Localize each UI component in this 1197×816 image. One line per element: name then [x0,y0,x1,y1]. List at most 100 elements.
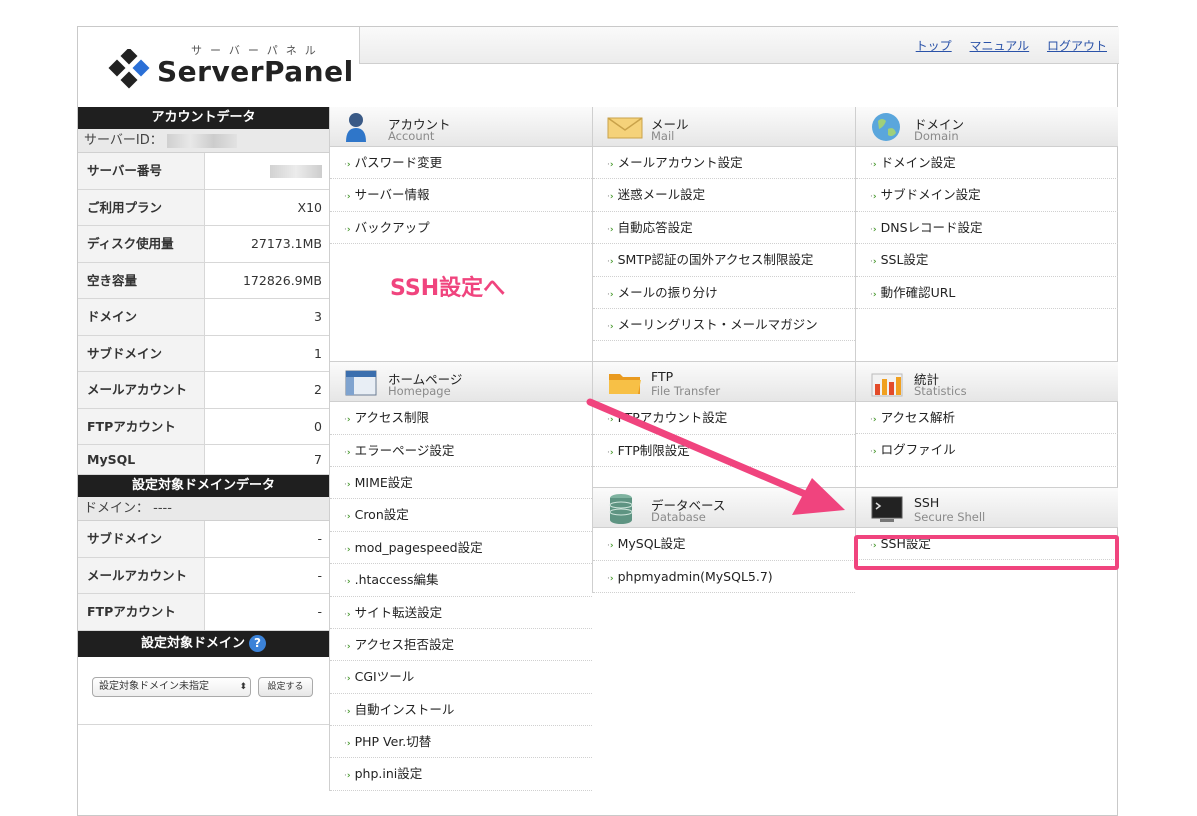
target-domain-select[interactable]: 設定対象ドメイン未指定 ⬍ [92,676,251,697]
help-icon[interactable]: ? [249,634,266,652]
arrow-bullet-icon: ·› [607,321,614,332]
menu-item-label: サーバー情報 [354,187,430,203]
menu-item-htaccess[interactable]: ·› .htaccess編集 [330,564,592,597]
menu-item-phpmyadmin[interactable]: ·› phpmyadmin(MySQL5.7) [593,561,855,593]
menu-item-php-ini[interactable]: ·› php.ini設定 [330,758,592,791]
menu-item-ftp-account[interactable]: ·› FTPアカウント設定 [593,402,855,435]
arrow-bullet-icon: ·› [607,415,614,426]
account-row: MySQL 7 [78,445,329,475]
target-domain-title-text: 設定対象ドメイン [140,635,245,651]
arrow-bullet-icon: ·› [870,414,877,425]
menu-item-subdomain[interactable]: ·› サブドメイン設定 [856,179,1118,212]
arrow-bullet-icon: ·› [344,224,351,235]
arrow-bullet-icon: ·› [870,160,877,170]
server-id-label: サーバーID： [84,133,163,148]
database-icon [609,494,633,525]
menu-item-label: 自動インストール [354,701,455,717]
menu-item-access-analysis[interactable]: ·› アクセス解析 [856,402,1118,435]
select-arrows-icon: ⬍ [239,681,247,692]
menu-item-mysql[interactable]: ·› MySQL設定 [593,528,855,561]
menu-item-log-files[interactable]: ·› ログファイル [856,434,1118,467]
menu-item-domain-settings[interactable]: ·› ドメイン設定 [856,147,1118,180]
menu-item-smtp-restriction[interactable]: ·› SMTP認証の国外アクセス制限設定 [593,244,855,277]
link-top[interactable]: トップ [916,39,952,53]
row-value: 7 [314,452,322,467]
arrow-bullet-icon: ·› [607,160,614,170]
menu-item-auto-install[interactable]: ·› 自動インストール [330,694,592,727]
menu-item-spam[interactable]: ·› 迷惑メール設定 [593,179,855,212]
row-key: FTPアカウント [78,594,205,630]
domain-select-area: 設定対象ドメイン未指定 ⬍ 設定する [78,657,329,725]
target-domain-data-title: 設定対象ドメインデータ [78,475,329,497]
link-logout[interactable]: ログアウト [1047,39,1107,53]
set-domain-button[interactable]: 設定する [258,676,313,697]
menu-item-server-info[interactable]: ·› サーバー情報 [330,179,592,212]
menu-item-label: サイト転送設定 [354,604,443,620]
arrow-bullet-icon: ·› [344,706,351,717]
arrow-bullet-icon: ·› [344,641,351,652]
menu-item-ssh-settings[interactable]: ·› SSH設定 [856,528,1118,561]
menu-item-label: php.ini設定 [354,766,423,782]
menu-item-pagespeed[interactable]: ·› mod_pagespeed設定 [330,532,592,565]
menu-item-mail-account[interactable]: ·› メールアカウント設定 [593,147,855,180]
row-value: 3 [314,309,322,324]
menu-item-site-redirect[interactable]: ·› サイト転送設定 [330,597,592,629]
annotation-label: SSH設定へ [390,276,506,301]
menu-item-label: MIME設定 [354,474,413,490]
arrow-bullet-icon: ·› [870,192,877,203]
row-key: FTPアカウント [78,408,205,444]
menu-item-access-deny[interactable]: ·› アクセス拒否設定 [330,629,592,662]
section-subtitle: Mail [651,129,675,143]
menu-item-password-change[interactable]: ·› パスワード変更 [330,147,592,180]
menu-item-label: サブドメイン設定 [880,187,981,203]
section-homepage-header: ホームページ Homepage [330,362,592,403]
menu-item-label: アクセス制限 [354,410,429,426]
menu-item-cgi-tools[interactable]: ·› CGIツール [330,661,592,694]
account-row: ディスク使用量 27173.1MB [78,226,329,263]
section-subtitle: Domain [914,129,959,143]
account-data-title: アカウントデータ [78,107,329,129]
row-key: ディスク使用量 [78,226,205,262]
menu-item-label: 動作確認URL [880,284,956,300]
section-filler [593,467,855,489]
row-value: - [317,567,322,583]
account-row: ご利用プラン X10 [78,189,329,226]
section-ftp-header: FTP File Transfer [593,362,855,403]
account-row: ドメイン 3 [78,299,329,336]
row-value [205,153,329,189]
menu-item-ftp-restriction[interactable]: ·› FTP制限設定 [593,435,855,468]
terminal-icon [871,496,903,522]
folder-icon [609,374,641,395]
menu-item-php-version[interactable]: ·› PHP Ver.切替 [330,726,592,759]
account-row: FTPアカウント 0 [78,408,329,445]
menu-item-test-url[interactable]: ·› 動作確認URL [856,277,1118,309]
row-value: X10 [297,199,322,215]
server-panel-window: サーバーパネル ServerPanel トップ マニュアル ログアウト アカウン… [77,26,1119,816]
menu-item-error-page[interactable]: ·› エラーページ設定 [330,435,592,467]
column-account-homepage: アカウント Account ·› パスワード変更 ·› サーバー情報 ·› バックアッ… [329,107,592,791]
row-value: 0 [314,418,322,434]
top-links: トップ マニュアル ログアウト [902,37,1107,54]
menu-item-label: バックアップ [354,219,430,235]
section-mail-header: メール Mail [593,107,855,147]
target-row: サブドメイン - [78,521,329,558]
menu-item-mime[interactable]: ·› MIME設定 [330,467,592,500]
arrow-bullet-icon: ·› [607,573,614,584]
menu-item-mailing-list[interactable]: ·› メーリングリスト・メールマガジン [593,309,855,342]
menu-item-auto-reply[interactable]: ·› 自動応答設定 [593,212,855,245]
row-key: ご利用プラン [78,189,205,225]
arrow-bullet-icon: ·› [344,577,351,588]
menu-item-label: アクセス解析 [880,409,955,425]
target-domain-label: ドメイン： ---- [78,497,329,521]
menu-item-dns-record[interactable]: ·› DNSレコード設定 [856,212,1118,245]
link-manual[interactable]: マニュアル [970,39,1030,53]
arrow-bullet-icon: ·› [344,192,351,203]
menu-item-backup[interactable]: ·› バックアップ [330,212,592,245]
menu-item-label: PHP Ver.切替 [354,734,432,750]
menu-item-cron[interactable]: ·› Cron設定 [330,499,592,532]
menu-item-ssl[interactable]: ·› SSL設定 [856,244,1118,277]
serverpanel-logo[interactable]: サーバーパネル ServerPanel [108,41,353,101]
menu-item-mail-filter[interactable]: ·› メールの振り分け [593,277,855,309]
section-subtitle: Statistics [914,383,967,398]
menu-item-access-restriction[interactable]: ·› アクセス制限 [330,402,592,435]
